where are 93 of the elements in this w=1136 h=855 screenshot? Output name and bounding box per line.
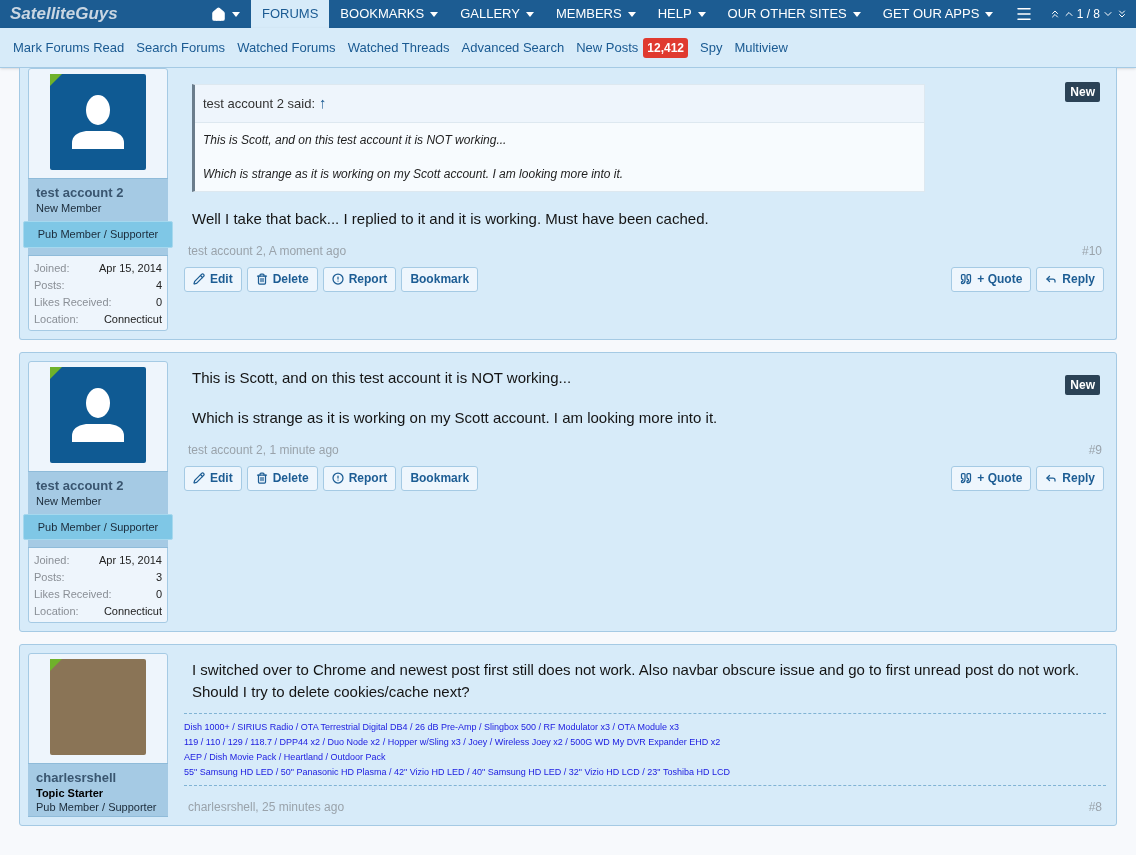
caret-icon <box>627 11 636 17</box>
post-text: Well I take that back... I replied to it and it is working. Must have been cached. <box>192 208 710 229</box>
caret-icon <box>430 11 439 17</box>
jump-to-quote-link[interactable]: ↑ <box>319 92 327 115</box>
user-banner: Pub Member / Supporter <box>23 513 173 540</box>
signature-line: Dish 1000+ / SIRIUS Radio / OTA Terrestrial Digital DB4 / 26 dB Pre-Amp / Slingbox 500 / RF Modulator x3 / OTA Module x3 <box>184 721 680 734</box>
site-logo[interactable]: SatelliteGuys <box>0 1 200 27</box>
stat-value: 0 <box>155 587 162 601</box>
user-title: New Member <box>36 493 103 508</box>
nav-tab[interactable]: FORUMS <box>251 0 330 28</box>
stat-value: Apr 15, 2014 <box>99 553 162 567</box>
stat-label: Posts: <box>34 570 65 584</box>
stat-label: Likes Received: <box>34 587 112 601</box>
avatar-placeholder[interactable] <box>50 366 146 463</box>
nav-tab[interactable]: HELP <box>646 0 717 28</box>
stat-label: Location: <box>34 311 79 326</box>
action-button[interactable]: + Quote <box>951 266 1032 292</box>
user-name[interactable]: test account 2 <box>36 185 160 201</box>
quote-text: This is Scott, and on this test account it is NOT working... <box>203 131 508 149</box>
stat-value: 0 <box>155 294 162 309</box>
sub-nav-link[interactable]: New Posts <box>576 37 639 58</box>
signature-line: AEP / Dish Movie Pack / Heartland / Outdoor Pack <box>184 751 387 764</box>
caret-icon <box>852 11 861 17</box>
nav-tab[interactable]: GALLERY <box>449 0 545 28</box>
stat-label: Joined: <box>34 260 70 275</box>
action-button[interactable]: Reply <box>1036 465 1104 491</box>
signature-line: 119 / 110 / 129 / 118.7 / DPP44 x2 / Duo Node x2 / Hopper w/Sling x3 / Joey / Wireless Joey x2 / 500G WD My DVR Expander EHD x2 <box>184 736 722 749</box>
caret-icon <box>985 11 994 17</box>
nav-tab[interactable]: MEMBERS <box>544 0 647 28</box>
sub-nav-link[interactable]: Multiview <box>734 37 788 58</box>
reply-icon <box>1045 472 1058 484</box>
stat-value: 3 <box>155 570 162 584</box>
nav-tab[interactable]: GET OUR APPS <box>871 0 1005 28</box>
quote-icon <box>960 472 973 484</box>
action-button[interactable]: Edit <box>184 465 242 491</box>
user-title: Pub Member / Supporter <box>36 800 158 814</box>
person-silhouette-icon <box>72 95 124 149</box>
sub-nav-link[interactable]: Search Forums <box>136 37 226 58</box>
last-page-icon[interactable] <box>1116 8 1128 20</box>
sub-nav-link[interactable]: Advanced Search <box>461 37 565 58</box>
home-icon <box>211 6 226 22</box>
quote-text: Which is strange as it is working on my Scott account. I am looking more into it. <box>203 165 625 183</box>
stat-value: Connecticut <box>103 311 162 326</box>
stat-value: Apr 15, 2014 <box>99 260 162 275</box>
caret-icon <box>697 11 706 17</box>
stat-value: 4 <box>155 277 162 292</box>
post-text: I switched over to Chrome and newest post first still does not work. Also navbar obscure issue and go to first unread post do not work. Should I try to delete cookies/cache next? <box>192 660 1081 702</box>
caret-icon <box>232 11 240 17</box>
user-title: New Member <box>36 201 103 215</box>
reply-icon <box>1045 273 1058 285</box>
action-button[interactable]: Bookmark <box>401 465 479 491</box>
user-name[interactable]: test account 2 <box>36 477 160 494</box>
alert-icon <box>331 273 344 285</box>
new-badge: New <box>1065 82 1100 102</box>
signature-line: 55" Samsung HD LED / 50" Panasonic HD Plasma / 42" Vizio HD LED / 40" Samsung HD LED / 32" Vizio HD LCD / 23" Toshiba HD LCD <box>184 766 731 779</box>
count-badge: 12,412 <box>643 37 688 58</box>
trash-icon <box>255 472 268 484</box>
new-badge: New <box>1065 374 1100 395</box>
action-button[interactable]: Bookmark <box>401 266 479 292</box>
action-button[interactable]: Reply <box>1036 266 1104 292</box>
menu-icon <box>1015 5 1034 23</box>
trash-icon <box>255 273 268 285</box>
user-role: Topic Starter <box>36 786 105 800</box>
stat-label: Location: <box>34 604 79 618</box>
stat-label: Likes Received: <box>34 294 112 309</box>
action-button[interactable]: + Quote <box>951 465 1032 491</box>
sub-nav-link[interactable]: Spy <box>700 37 723 58</box>
user-name[interactable]: charlesrshell <box>36 770 160 786</box>
nav-tab[interactable]: BOOKMARKS <box>329 0 450 28</box>
sub-nav-link[interactable]: Watched Threads <box>347 37 450 58</box>
post-text: Which is strange as it is working on my Scott account. I am looking more into it. <box>192 407 719 428</box>
quote-author: test account 2 said: <box>203 95 315 113</box>
caret-icon <box>525 11 534 17</box>
stat-label: Posts: <box>34 277 65 292</box>
action-button[interactable]: Delete <box>246 266 318 292</box>
pencil-icon <box>193 472 205 484</box>
sub-nav-link[interactable]: Watched Forums <box>237 37 336 58</box>
post-text: This is Scott, and on this test account it is NOT working... <box>192 367 573 388</box>
quote-icon <box>960 273 973 285</box>
action-button[interactable]: Report <box>322 465 397 491</box>
pencil-icon <box>193 273 205 285</box>
page-indicator: 1 / 8 <box>1076 6 1100 23</box>
user-banner: Pub Member / Supporter <box>23 221 173 248</box>
stat-value: Connecticut <box>103 604 162 618</box>
person-silhouette-icon <box>72 387 124 442</box>
action-button[interactable]: Report <box>322 266 397 292</box>
stat-label: Joined: <box>34 553 70 567</box>
alert-icon <box>331 472 344 484</box>
action-button[interactable]: Edit <box>184 266 242 292</box>
nav-tab[interactable]: OUR OTHER SITES <box>716 0 872 28</box>
avatar-placeholder[interactable] <box>50 74 146 170</box>
sub-nav-link[interactable]: Mark Forums Read <box>13 37 125 58</box>
action-button[interactable]: Delete <box>246 465 318 491</box>
